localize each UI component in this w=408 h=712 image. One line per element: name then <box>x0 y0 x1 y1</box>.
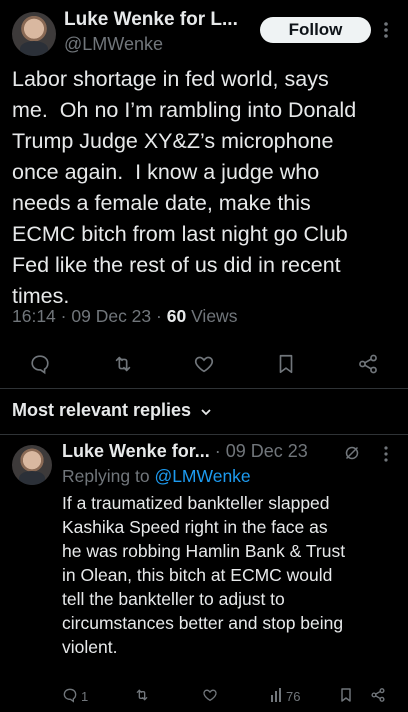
reply-date: 09 Dec 23 <box>225 441 308 461</box>
retweet-icon[interactable] <box>111 353 135 375</box>
retweet-icon[interactable] <box>133 687 151 703</box>
author-avatar[interactable] <box>12 12 56 56</box>
reply-icon[interactable] <box>29 353 51 375</box>
replying-to-label: Replying to <box>62 466 150 486</box>
tweet-time: 16:14 <box>12 306 56 326</box>
views-icon[interactable] <box>270 688 284 702</box>
bookmark-icon[interactable] <box>276 353 296 375</box>
reply-text: If a traumatized bankteller slapped Kash… <box>62 493 346 657</box>
divider <box>0 388 408 389</box>
more-options-icon[interactable] <box>383 445 389 463</box>
share-icon[interactable] <box>357 353 379 375</box>
views-count: 76 <box>286 689 301 704</box>
chevron-down-icon <box>200 401 212 422</box>
replying-to: Replying to @LMWenke <box>62 466 251 487</box>
like-icon[interactable] <box>202 687 218 703</box>
replies-sort-label: Most relevant replies <box>12 400 192 420</box>
divider <box>0 434 408 435</box>
more-options-icon[interactable] <box>383 20 389 40</box>
author-name[interactable]: Luke Wenke for L... <box>64 9 238 31</box>
views-label: Views <box>191 306 238 326</box>
bookmark-icon[interactable] <box>339 687 353 703</box>
reply-icon[interactable] <box>62 687 78 703</box>
share-icon[interactable] <box>370 687 386 703</box>
reply-header: Luke Wenke for... · 09 Dec 23 <box>62 441 308 461</box>
tweet-date: 09 Dec 23 <box>71 306 152 326</box>
reply-author-name[interactable]: Luke Wenke for... <box>62 441 210 461</box>
views-count: 60 <box>166 306 187 326</box>
author-handle[interactable]: @LMWenke <box>64 34 163 55</box>
replies-sort-button[interactable]: Most relevant replies <box>12 400 212 422</box>
follow-button[interactable]: Follow <box>260 17 371 43</box>
reply-count: 1 <box>81 689 89 704</box>
reply-avatar[interactable] <box>12 445 52 485</box>
replying-to-handle[interactable]: @LMWenke <box>154 466 250 486</box>
slashed-circle-icon <box>344 445 360 461</box>
like-icon[interactable] <box>193 353 215 375</box>
tweet-meta: 16:14 · 09 Dec 23 · 60 Views <box>12 306 238 326</box>
tweet-text: Labor shortage in fed world, says me. Oh… <box>12 67 357 308</box>
